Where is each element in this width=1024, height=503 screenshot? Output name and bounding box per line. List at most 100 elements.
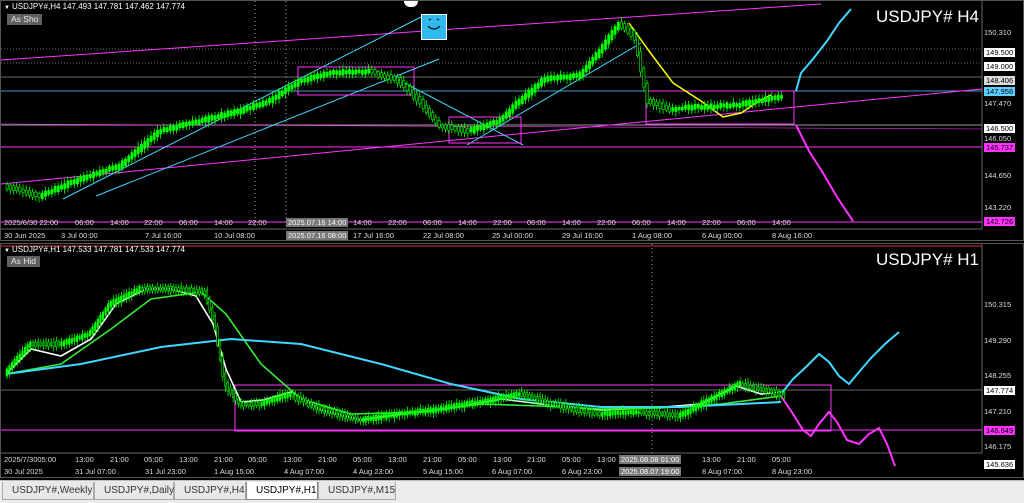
candle-body — [47, 190, 51, 195]
candle-body — [348, 414, 352, 420]
chart-h4-header: ▼ USDJPY#,H4 147.493 147.781 147.462 147.… — [4, 2, 185, 11]
as-show-button[interactable]: As Sho — [7, 14, 43, 25]
price-label: 144.650 — [984, 171, 1012, 180]
time-label: 7 Jul 16:00 — [145, 231, 182, 240]
moving-average-line — [5, 291, 782, 415]
candle-body — [647, 411, 651, 417]
tab-h4[interactable]: USDJPY#,H4 — [174, 482, 246, 500]
smile-bulb-icon[interactable] — [421, 14, 447, 40]
candle-body — [338, 411, 341, 418]
candle-body — [754, 384, 757, 392]
time-label: 13:00 — [597, 455, 616, 464]
candle-body — [255, 401, 258, 406]
chart-h1-title: USDJPY# H1 — [876, 250, 979, 269]
candle-body — [112, 299, 115, 306]
candle-body — [31, 341, 34, 347]
candle-body — [429, 407, 432, 414]
candle-body — [538, 396, 541, 404]
candle-body — [309, 74, 313, 82]
time-label: 22:00 — [493, 218, 512, 227]
candle-body — [18, 187, 22, 193]
candle-body — [499, 395, 502, 400]
candle-body — [645, 82, 649, 105]
chart-h4[interactable]: ▼ USDJPY#,H4 147.493 147.781 147.462 147.… — [0, 0, 1024, 241]
as-hide-button[interactable]: As Hid — [7, 256, 41, 267]
cursor-time-label: 2025.07.16 08:00 — [286, 231, 349, 240]
chart-h4-plot[interactable] — [1, 1, 1024, 241]
candle-body — [582, 408, 586, 414]
candle-body — [673, 412, 677, 418]
candle-body — [744, 100, 748, 107]
candle-body — [161, 287, 164, 292]
candle-body — [728, 385, 731, 393]
candle-body — [194, 119, 198, 125]
candle-body — [564, 403, 567, 410]
candle-body — [5, 183, 9, 190]
candle-body — [562, 403, 565, 410]
candle-body — [453, 126, 457, 131]
candle-body — [569, 406, 573, 412]
candle-body — [511, 104, 515, 114]
tab-daily[interactable]: USDJPY#,Daily — [94, 482, 174, 500]
candle-body — [577, 406, 580, 413]
candle-body — [307, 400, 310, 407]
candle-body — [303, 77, 307, 83]
candle-body — [374, 414, 378, 421]
cursor-time-label: 2025.08.07 19:00 — [619, 467, 682, 476]
candle-body — [671, 107, 675, 112]
candle-body — [270, 396, 274, 403]
candle-body — [679, 412, 682, 419]
candle-body — [603, 410, 606, 416]
candle-body — [373, 69, 377, 75]
candle-body — [284, 87, 287, 95]
candle-body — [418, 96, 422, 105]
time-label: 21:00 — [527, 455, 546, 464]
candle-body — [68, 338, 71, 345]
candle-body — [489, 397, 492, 404]
candle-body — [492, 120, 495, 126]
candle-body — [53, 185, 57, 193]
candle-body — [107, 303, 110, 312]
candle-body — [152, 132, 156, 140]
candle-body — [719, 102, 723, 109]
candle-body — [491, 396, 495, 404]
candle-body — [280, 90, 284, 97]
price-label: 143.220 — [984, 203, 1012, 212]
candle-body — [120, 160, 124, 169]
chart-h1[interactable]: ▼ USDJPY#,H1 147.533 147.781 147.533 147.… — [0, 243, 1024, 478]
time-label: 13:00 — [702, 455, 721, 464]
candle-body — [728, 103, 732, 109]
candle-body — [674, 106, 678, 112]
candle-body — [639, 51, 643, 73]
candle-body — [136, 146, 140, 155]
candle-body — [76, 177, 79, 185]
trading-terminal: ▼ USDJPY#,H4 147.493 147.781 147.462 147.… — [0, 0, 1024, 503]
candle-body — [725, 102, 729, 109]
candle-body — [239, 401, 242, 406]
candle-body — [242, 401, 245, 408]
time-label: 21:00 — [214, 455, 233, 464]
chart-h4-candles — [5, 16, 783, 203]
chart-h1-plot[interactable] — [1, 244, 1024, 478]
tab-weekly[interactable]: USDJPY#,Weekly — [2, 482, 94, 500]
time-label: 1 Aug 08:00 — [632, 231, 673, 240]
candle-body — [517, 98, 521, 106]
candle-body — [179, 286, 183, 293]
candle-body — [712, 395, 716, 401]
candle-body — [744, 383, 747, 388]
candle-body — [13, 358, 16, 367]
candle-body — [386, 74, 390, 80]
tab-m15[interactable]: USDJPY#,M15 — [318, 482, 396, 500]
candle-body — [286, 392, 289, 399]
candle-body — [604, 39, 607, 50]
candle-body — [452, 403, 456, 410]
candle-body — [192, 288, 196, 294]
tab-h1[interactable]: USDJPY#,H1 — [246, 482, 318, 500]
candle-body — [261, 100, 265, 107]
candle-body — [181, 121, 185, 129]
candle-body — [149, 135, 153, 143]
candle-body — [252, 400, 255, 407]
candle-body — [185, 286, 188, 293]
candle-body — [598, 411, 601, 416]
candle-body — [218, 340, 222, 361]
